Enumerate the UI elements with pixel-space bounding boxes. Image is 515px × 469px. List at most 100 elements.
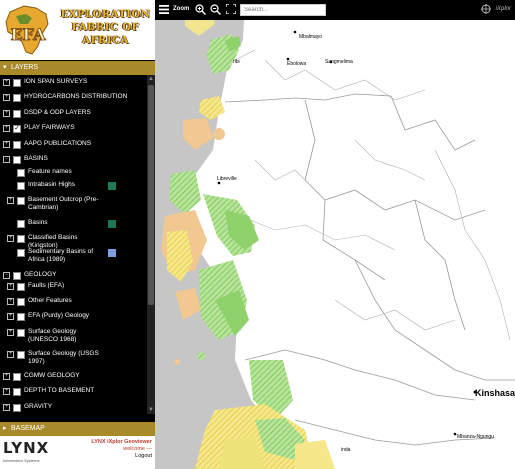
lynx-tagline: Information Systems	[3, 458, 40, 463]
expand-icon[interactable]: +	[7, 313, 14, 320]
zoom-label: Zoom	[173, 6, 190, 12]
expand-icon[interactable]: +	[3, 388, 10, 395]
footer-info: LYNX iXplor Geoviewer welcome — Logout	[91, 439, 152, 460]
layer-list-scrollbar[interactable]: ▲ ▼	[147, 75, 155, 414]
collapse-icon[interactable]: -	[3, 272, 10, 279]
layer-checkbox[interactable]	[17, 220, 25, 228]
footer: LYNX Information Systems LYNX iXplor Geo…	[0, 436, 155, 469]
expand-icon[interactable]: +	[3, 373, 10, 380]
layer-label: CGMW GEOLOGY	[24, 372, 80, 379]
layer-checkbox[interactable]	[17, 351, 25, 359]
city-label: Kinshasa	[475, 388, 515, 398]
basemap-panel-label: BASEMAP	[11, 425, 45, 432]
search-input[interactable]	[240, 4, 326, 16]
layer-checkbox[interactable]	[13, 141, 21, 149]
scroll-up-icon[interactable]: ▲	[148, 76, 154, 82]
ixplor-label: iXplor	[495, 6, 511, 12]
collapse-icon[interactable]: -	[3, 156, 10, 163]
layer-checkbox[interactable]	[17, 249, 25, 257]
layer-label: GRAVITY	[24, 403, 53, 410]
expand-icon[interactable]: +	[3, 110, 10, 117]
layer-label: DEPTH TO BASEMENT	[24, 387, 95, 394]
logout-link[interactable]: Logout	[91, 453, 152, 460]
layer-checkbox[interactable]	[13, 79, 21, 87]
layer-label: Surface Geology (USGS 1997)	[28, 350, 99, 365]
layer-checkbox[interactable]	[17, 235, 25, 243]
layers-panel-header[interactable]: ▾ LAYERS	[0, 61, 155, 75]
layers-panel-label: LAYERS	[11, 64, 39, 71]
layer-checkbox[interactable]	[17, 313, 25, 321]
expand-icon[interactable]: +	[7, 283, 14, 290]
layer-label: ION SPAN SURVEYS	[24, 78, 88, 85]
layer-checkbox[interactable]	[17, 329, 25, 337]
layer-label: Intrabasin Highs	[28, 181, 75, 188]
legend-swatch	[108, 249, 116, 257]
layer-checkbox[interactable]	[13, 404, 21, 412]
layer-label: Sedimentary Basins of Africa (1989)	[28, 248, 94, 263]
fullscreen-icon[interactable]	[226, 4, 236, 14]
layer-label: PLAY FAIRWAYS	[24, 124, 75, 131]
layer-label: Basins	[28, 219, 48, 226]
legend-swatch	[108, 182, 116, 190]
layer-list: + ION SPAN SURVEYS + HYDROCARBONS DISTRIBUT…	[0, 75, 147, 414]
logo-area: EFA EXPLORATION FABRIC OF AFRICA	[0, 0, 155, 60]
layer-checkbox[interactable]	[17, 298, 25, 306]
expand-icon[interactable]: +	[7, 329, 14, 336]
layer-checkbox[interactable]	[13, 388, 21, 396]
layer-checkbox[interactable]	[17, 197, 25, 205]
city-label: ribi	[233, 59, 240, 65]
scrollbar-thumb[interactable]	[148, 85, 154, 305]
basemap-panel-header[interactable]: ▸ BASEMAP	[0, 422, 155, 436]
rivers	[214, 39, 511, 341]
legend-swatch	[108, 220, 116, 228]
city-label: Mbanza-Ngungu	[457, 434, 494, 440]
city-label: Libreville	[217, 176, 237, 182]
layer-checkbox[interactable]	[13, 94, 21, 102]
expand-icon[interactable]: +	[3, 79, 10, 86]
layer-label: EFA (Purdy) Geology	[28, 312, 90, 319]
chevron-down-icon: ▾	[3, 64, 7, 71]
chevron-right-icon: ▸	[3, 425, 7, 432]
layer-checkbox[interactable]	[13, 373, 21, 381]
compass-icon[interactable]	[481, 4, 491, 14]
expand-icon[interactable]: +	[7, 235, 14, 242]
expand-icon[interactable]: +	[7, 351, 14, 358]
layer-label: BASINS	[24, 155, 48, 162]
layer-checkbox[interactable]	[17, 182, 25, 190]
layer-checkbox[interactable]	[13, 272, 21, 280]
zoom-in-icon[interactable]	[195, 4, 206, 15]
city-label: Ebolowa	[287, 61, 307, 67]
city-label: inda	[341, 447, 351, 453]
layer-checkbox[interactable]	[17, 169, 25, 177]
layer-label: Basement Outcrop (Pre-Cambrian)	[28, 196, 99, 211]
expand-icon[interactable]: +	[3, 404, 10, 411]
expand-icon[interactable]: +	[3, 141, 10, 148]
expand-icon[interactable]: +	[7, 298, 14, 305]
expand-icon[interactable]: +	[3, 94, 10, 101]
map-canvas[interactable]	[155, 0, 515, 469]
layer-label: Feature names	[28, 168, 72, 175]
layer-label: HYDROCARBONS DISTRIBUTION	[24, 93, 128, 100]
layer-checkbox[interactable]	[13, 110, 21, 118]
layer-label: DSDP & ODP LAYERS	[24, 109, 91, 116]
zoom-out-icon[interactable]	[210, 4, 221, 15]
layer-label: GEOLOGY	[24, 271, 57, 278]
app-title: EXPLORATION FABRIC OF AFRICA	[60, 9, 151, 46]
layer-checkbox[interactable]	[13, 156, 21, 164]
map-toolbar: Zoom iXplor	[155, 0, 515, 20]
sidebar: EFA EXPLORATION FABRIC OF AFRICA ▾ LAYERS…	[0, 0, 155, 469]
svg-text:EFA: EFA	[10, 25, 46, 44]
layer-label: Other Features	[28, 297, 72, 304]
city-label: Sangmelima	[325, 59, 353, 65]
scroll-down-icon[interactable]: ▼	[148, 407, 154, 413]
layer-checkbox[interactable]	[17, 283, 25, 291]
product-name: LYNX iXplor Geoviewer	[91, 439, 152, 445]
layer-checkbox[interactable]: ✓	[13, 125, 21, 133]
expand-icon[interactable]: +	[7, 197, 14, 204]
city-label: Mbalmayo	[299, 34, 323, 40]
map-area[interactable]: Mbalmayo Ebolowa Sangmelima ribi Librevi…	[155, 0, 515, 469]
expand-icon[interactable]: +	[3, 125, 10, 132]
layer-label: Faults (EFA)	[28, 282, 65, 289]
layer-label: AAPG PUBLICATIONS	[24, 140, 92, 147]
menu-icon[interactable]	[159, 5, 169, 14]
